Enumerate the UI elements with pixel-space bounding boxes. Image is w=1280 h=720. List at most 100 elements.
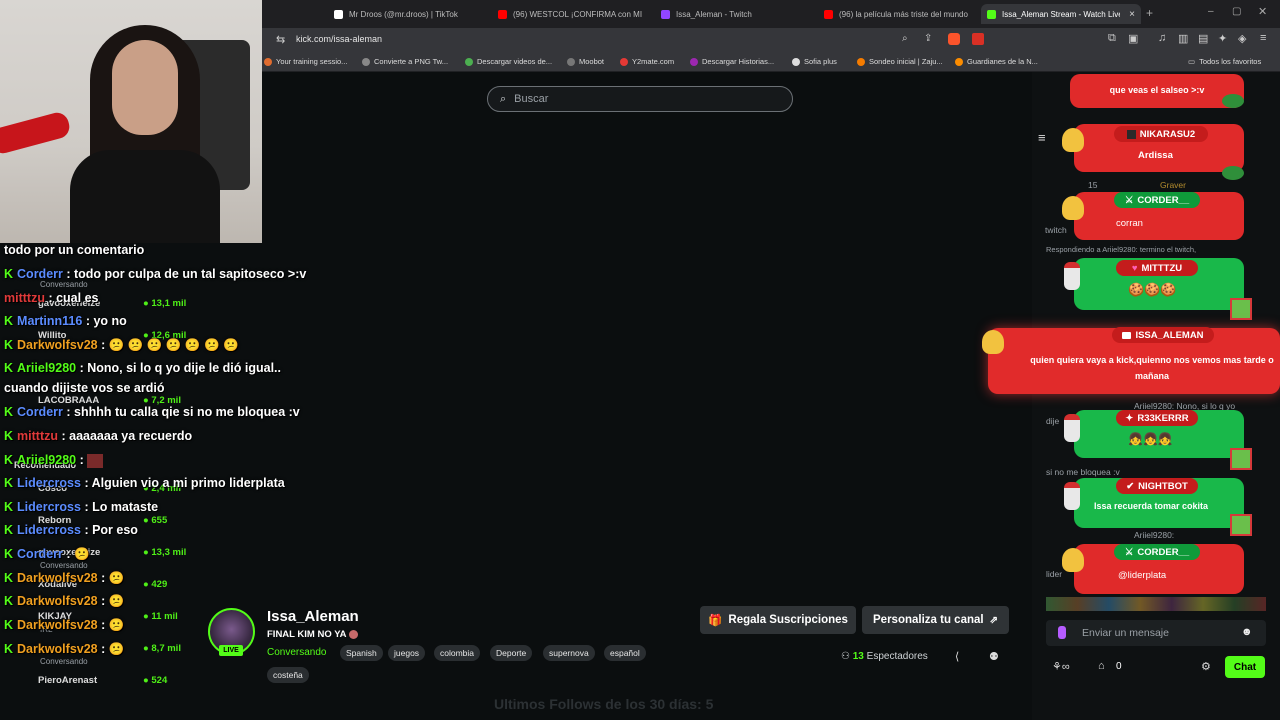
- sword-icon: ⚔: [1124, 546, 1134, 558]
- gift-decoration: [1230, 514, 1252, 536]
- live-badge: LIVE: [219, 645, 243, 656]
- brave-rewards-icon[interactable]: [972, 33, 984, 45]
- kick-badge-icon: K: [4, 361, 14, 375]
- tab-kick-active[interactable]: Issa_Aleman Stream - Watch Live ×: [981, 4, 1141, 24]
- browser-tab-strip: Mr Droos (@mr.droos) | TikTok (96) WESTC…: [262, 0, 1280, 28]
- screenshot-icon[interactable]: ▣: [1128, 32, 1138, 45]
- bookmark-item[interactable]: Sondeo inicial | Zaju...: [857, 57, 943, 66]
- kick-badge-icon: K: [4, 547, 14, 561]
- tab-label: Issa_Aleman - Twitch: [676, 9, 752, 19]
- wallet-icon[interactable]: ▤: [1198, 32, 1208, 45]
- overlay-chat-line: K Lidercross : Lo mataste: [4, 500, 159, 514]
- chat-ghost-text: Graver: [1160, 180, 1186, 190]
- tab-label: (96) la película más triste del mundo: [839, 9, 968, 19]
- tag-chip[interactable]: Spanish: [340, 645, 383, 661]
- settings-icon[interactable]: ⚙: [1201, 660, 1211, 673]
- maximize-icon[interactable]: ▢: [1232, 6, 1241, 17]
- url-field[interactable]: kick.com/issa-aleman: [296, 34, 382, 44]
- external-link-icon: ⇗: [989, 614, 998, 626]
- chat-username[interactable]: ISSA_ALEMAN: [1112, 327, 1214, 343]
- tag-chip[interactable]: Deporte: [490, 645, 533, 661]
- overlay-chat-line: K Darkwolfsv28 : 😕 😕 😕 😕 😕 😕 😕: [4, 338, 239, 352]
- bookmark-item[interactable]: Y2mate.com: [620, 57, 674, 66]
- close-tab-icon[interactable]: ×: [1129, 9, 1135, 20]
- close-window-icon[interactable]: ✕: [1258, 5, 1267, 18]
- chat-message-text: Issa recuerda tomar cokita: [1094, 501, 1209, 511]
- tag-chip[interactable]: costeña: [267, 667, 309, 683]
- badge-icon: [1126, 129, 1136, 139]
- chat-username[interactable]: ⚔ CORDER__: [1114, 192, 1200, 208]
- bookmark-item[interactable]: Guardianes de la N...: [955, 57, 1038, 66]
- chat-username[interactable]: ♥ MITTTZU: [1116, 260, 1198, 276]
- tab-label: Issa_Aleman Stream - Watch Live: [1002, 9, 1120, 19]
- sidebar-channel[interactable]: PieroArenast ● 524: [38, 675, 167, 686]
- gift-icon[interactable]: ⌂: [1098, 660, 1105, 672]
- microphone-icon[interactable]: [1058, 626, 1066, 639]
- kick-badge-icon: K: [4, 523, 14, 537]
- tab-twitch[interactable]: Issa_Aleman - Twitch: [655, 4, 805, 24]
- holly-decoration: [1222, 94, 1244, 108]
- chat-ghost-text: lider: [1046, 569, 1063, 579]
- tab-youtube-pelicula[interactable]: (96) la película más triste del mundo: [818, 4, 968, 24]
- bell-decoration: [1062, 548, 1084, 572]
- bookmark-item[interactable]: Your training sessio...: [264, 57, 347, 66]
- emoji-icon[interactable]: ☻: [1241, 626, 1253, 638]
- tag-chip[interactable]: colombia: [434, 645, 481, 661]
- kick-badge-icon: K: [4, 594, 14, 608]
- menu-icon[interactable]: ≡: [1260, 32, 1266, 44]
- chat-message-input[interactable]: Enviar un mensaje: [1046, 620, 1266, 646]
- search-input[interactable]: Buscar: [514, 93, 548, 105]
- tab-tiktok[interactable]: Mr Droos (@mr.droos) | TikTok: [328, 4, 478, 24]
- overlay-chat-line: K Darkwolfsv28 : 😕: [4, 571, 125, 585]
- customize-channel-button[interactable]: Personaliza tu canal ⇗: [862, 606, 1009, 634]
- chat-emotes: 👧👧👧: [1128, 432, 1173, 446]
- holly-decoration: [1222, 166, 1244, 180]
- bookmark-item[interactable]: Convierte a PNG Tw...: [362, 57, 448, 66]
- viewer-count: ⚇ 13 Espectadores: [841, 651, 928, 662]
- bookmark-folder[interactable]: ▭ Todos los favoritos: [1188, 57, 1261, 66]
- stocking-decoration: [1064, 262, 1080, 290]
- points-icon[interactable]: ⚘∞: [1052, 660, 1070, 673]
- bookmark-item[interactable]: Descargar videos de...: [465, 57, 552, 66]
- chat-ghost-text: Ariiel9280:: [1134, 530, 1175, 540]
- site-settings-icon[interactable]: ⇆: [276, 33, 285, 46]
- bookmark-item[interactable]: Sofia plus: [792, 57, 837, 66]
- chat-username[interactable]: ✦ R33KERRR: [1116, 410, 1198, 426]
- extension-icon[interactable]: ⧉: [1108, 32, 1116, 45]
- zoom-icon[interactable]: ⌕: [902, 33, 908, 44]
- search-bar[interactable]: ⌕ Buscar: [487, 86, 793, 112]
- share-icon[interactable]: ⇪: [924, 33, 932, 44]
- vpn-icon[interactable]: ◈: [1238, 32, 1246, 45]
- gift-subs-button[interactable]: 🎁 Regala Suscripciones: [700, 606, 856, 634]
- tab-youtube-westcol[interactable]: (96) WESTCOL ¡CONFIRMA con MIL: [492, 4, 642, 24]
- chat-username[interactable]: NIKARASU2: [1114, 126, 1208, 142]
- tag-chip[interactable]: juegos: [388, 645, 426, 661]
- more-options-icon[interactable]: ⚉: [989, 650, 999, 663]
- puzzle-icon[interactable]: ✦: [1218, 32, 1227, 45]
- send-chat-button[interactable]: Chat: [1225, 656, 1265, 678]
- share-icon[interactable]: ⟨: [955, 650, 959, 663]
- sidebar-channel-category: Conversando: [40, 561, 88, 570]
- address-bar: ⇆ kick.com/issa-aleman ⌕ ⇪ ⧉ ▣ ♫ ▥ ▤ ✦ ◈…: [262, 28, 1280, 52]
- sidebar-icon[interactable]: ▥: [1178, 32, 1188, 45]
- chat-username[interactable]: ⚔ CORDER__: [1114, 544, 1200, 560]
- webcam-overlay: [0, 0, 262, 243]
- sidebar-channel-category: Conversando: [40, 280, 88, 289]
- stream-category[interactable]: Conversando: [267, 647, 326, 658]
- bookmark-item[interactable]: Moobot: [567, 57, 604, 66]
- chat-username[interactable]: ✔ NIGHTBOT: [1116, 478, 1198, 494]
- channel-name[interactable]: Issa_Aleman: [267, 608, 359, 625]
- microphone: [0, 110, 73, 156]
- new-tab-icon[interactable]: +: [1146, 6, 1153, 20]
- tag-chip[interactable]: español: [604, 645, 646, 661]
- tag-chip[interactable]: supernova: [543, 645, 595, 661]
- collapse-chat-icon[interactable]: ≡: [1038, 130, 1046, 145]
- brave-shield-icon[interactable]: [948, 33, 960, 45]
- minimize-icon[interactable]: –: [1208, 6, 1214, 17]
- follows-banner: Ultimos Follows de los 30 días: 5: [494, 696, 714, 712]
- kick-badge-icon: K: [4, 500, 14, 514]
- kick-badge-icon: K: [4, 314, 14, 328]
- overlay-chat-line: K Lidercross : Alguien vio a mi primo lid…: [4, 476, 285, 490]
- music-icon[interactable]: ♫: [1158, 32, 1166, 44]
- bookmark-item[interactable]: Descargar Historias...: [690, 57, 774, 66]
